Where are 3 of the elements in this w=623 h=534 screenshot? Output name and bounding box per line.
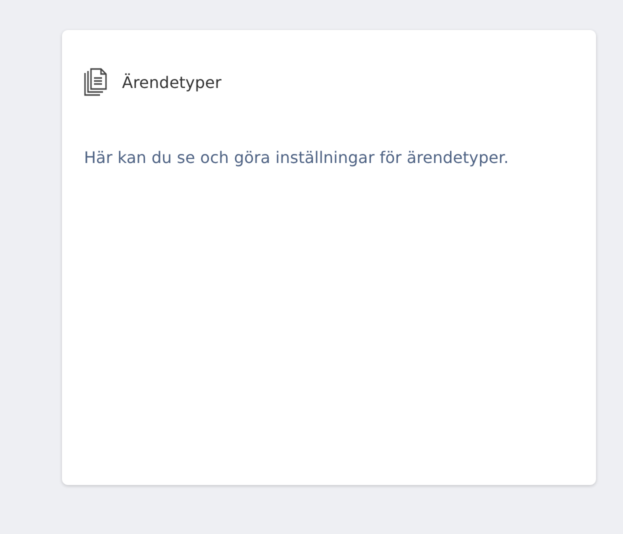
card-title: Ärendetyper xyxy=(122,72,222,92)
documents-icon xyxy=(84,68,108,96)
card-description: Här kan du se och göra inställningar för ärendetyper. xyxy=(84,147,510,169)
